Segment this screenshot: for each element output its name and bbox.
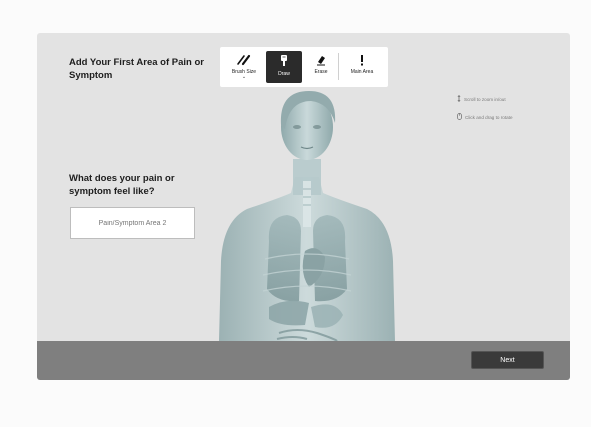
page: Add Your First Area of Pain or Symptom B… [0,0,591,427]
main-area-label: Main Area [350,69,374,75]
footer-bar: Next [37,341,570,380]
draw-icon [279,53,289,67]
next-button[interactable]: Next [471,351,544,369]
symptom-question: What does your pain or symptom feel like… [69,173,175,197]
draw-label: Draw [278,71,290,77]
scroll-icon [457,95,461,103]
zoom-hint: Scroll to zoom in/out [457,95,506,103]
toolbar-divider [338,53,339,80]
rotate-hint-text: Click and drag to rotate [465,114,513,120]
draw-button[interactable]: Draw [266,51,302,83]
chevron-down-icon: ⌄ [241,74,247,80]
exclamation-icon [359,53,365,67]
brush-size-icon [236,53,252,67]
brush-size-button[interactable]: Brush Size ⌄ [226,51,262,83]
liver-shape [269,300,309,326]
erase-icon [315,53,327,67]
erase-button[interactable]: Erase [303,51,339,83]
pain-mapping-panel: Add Your First Area of Pain or Symptom B… [37,33,570,380]
zoom-hint-text: Scroll to zoom in/out [464,96,506,102]
main-area-button[interactable]: Main Area [344,51,380,83]
left-lung [267,215,301,302]
rotate-hint: Click and drag to rotate [457,113,513,121]
erase-label: Erase [314,69,328,75]
anatomy-body-model[interactable] [207,81,407,341]
panel-title: Add Your First Area of Pain or Symptom [69,57,204,81]
mouse-icon [457,113,462,121]
pain-area-name-input[interactable] [70,207,195,239]
